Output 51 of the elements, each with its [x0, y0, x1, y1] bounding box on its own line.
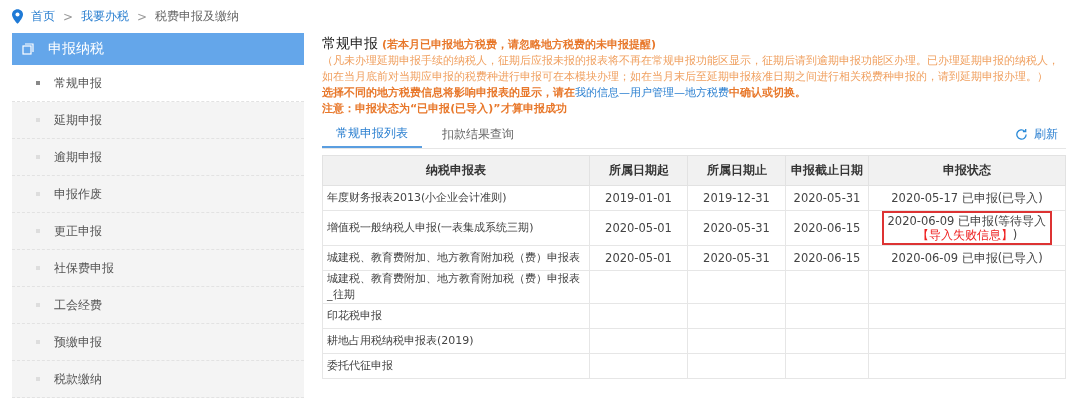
status-text: 2020-06-09 已申报(已导入) — [890, 250, 1044, 266]
table-cell: 城建税、教育费附加、地方教育附加税（费）申报表_往期 — [322, 270, 590, 304]
page-title: 常规申报 — [322, 35, 378, 53]
table-cell: 印花税申报 — [322, 303, 590, 329]
warning-text: 注意：申报状态为“已申报(已导入)”才算申报成功 — [322, 101, 568, 117]
breadcrumb-link[interactable]: 我要办税 — [81, 8, 130, 25]
table-cell: 2020-05-31 — [785, 185, 869, 211]
table-cell: 2020-06-15 — [785, 210, 869, 246]
sidebar-item[interactable]: 延期申报 — [12, 102, 304, 139]
sidebar-item[interactable]: 申报作废 — [12, 176, 304, 213]
sidebar-item[interactable]: 更正申报 — [12, 213, 304, 250]
notice-text: （凡未办理延期申报手续的纳税人，征期后应报未报的报表将不再在常规申报功能区显示，征期后请到逾期申报功能区办理。已办理延期申报的纳税人，如在当月底前对当期应申报的税费种进行申报可在本模块办理；如在当月末后至延期申报核准日期之间进行相关税费种申报的，请到延期申报办理。） — [322, 53, 1060, 85]
table-cell: 2020-05-01 — [589, 210, 688, 246]
switch-note: 选择不同的地方税费信息将影响申报表的显示，请在我的信息—用户管理—地方税费中确认或切换。 — [322, 85, 807, 101]
tab[interactable]: 扣款结果查询 — [428, 122, 528, 147]
table-cell: 耕地占用税纳税申报表(2019) — [322, 328, 590, 354]
refresh-icon[interactable] — [1015, 128, 1028, 141]
sidebar-item[interactable]: 税款缴纳 — [12, 361, 304, 398]
status-text: 2020-06-09 已申报(等待导入 【导入失败信息】) — [881, 211, 1053, 245]
table-cell: 委托代征申报 — [322, 353, 590, 379]
import-error-link[interactable]: 【导入失败信息】 — [916, 228, 1013, 242]
table-cell: 年度财务报表2013(小企业会计准则) — [322, 185, 590, 211]
refresh-link[interactable]: 刷新 — [1034, 126, 1066, 143]
sidebar-item[interactable]: 预缴申报 — [12, 324, 304, 361]
column-header: 纳税申报表 — [322, 155, 590, 186]
column-header: 申报状态 — [868, 155, 1066, 186]
breadcrumb-separator: > — [137, 9, 148, 24]
tab[interactable]: 常规申报列表 — [322, 121, 422, 148]
sidebar-item[interactable]: 逾期申报 — [12, 139, 304, 176]
document-icon — [22, 43, 34, 55]
column-header: 申报截止日期 — [785, 155, 869, 186]
column-header: 所属日期起 — [589, 155, 688, 186]
user-settings-link[interactable]: 我的信息—用户管理—地方税费 — [575, 86, 729, 99]
table-cell: 2019-01-01 — [589, 185, 688, 211]
location-pin-icon — [12, 9, 23, 24]
sidebar-item[interactable]: 工会经费 — [12, 287, 304, 324]
breadcrumb-separator: > — [63, 9, 74, 24]
status-text: 2020-05-17 已申报(已导入) — [890, 190, 1044, 206]
current-page-label: 税费申报及缴纳 — [155, 8, 240, 25]
table-cell: 2020-05-31 — [687, 245, 786, 271]
table-cell: 城建税、教育费附加、地方教育附加税（费）申报表 — [322, 245, 590, 271]
column-header: 所属日期止 — [687, 155, 786, 186]
table-cell: 2020-05-31 — [687, 210, 786, 246]
table-cell: 增值税一般纳税人申报(一表集成系统三期) — [322, 210, 590, 246]
table-cell: 2020-06-15 — [785, 245, 869, 271]
table-cell: 2019-12-31 — [687, 185, 786, 211]
table-cell: 2020-05-01 — [589, 245, 688, 271]
reminder-note: (若本月已申报地方税费，请忽略地方税费的未申报提醒) — [382, 37, 657, 52]
breadcrumb-link[interactable]: 首页 — [31, 8, 55, 25]
sidebar-title: 申报纳税 — [48, 40, 104, 58]
sidebar-item[interactable]: 社保费申报 — [12, 250, 304, 287]
